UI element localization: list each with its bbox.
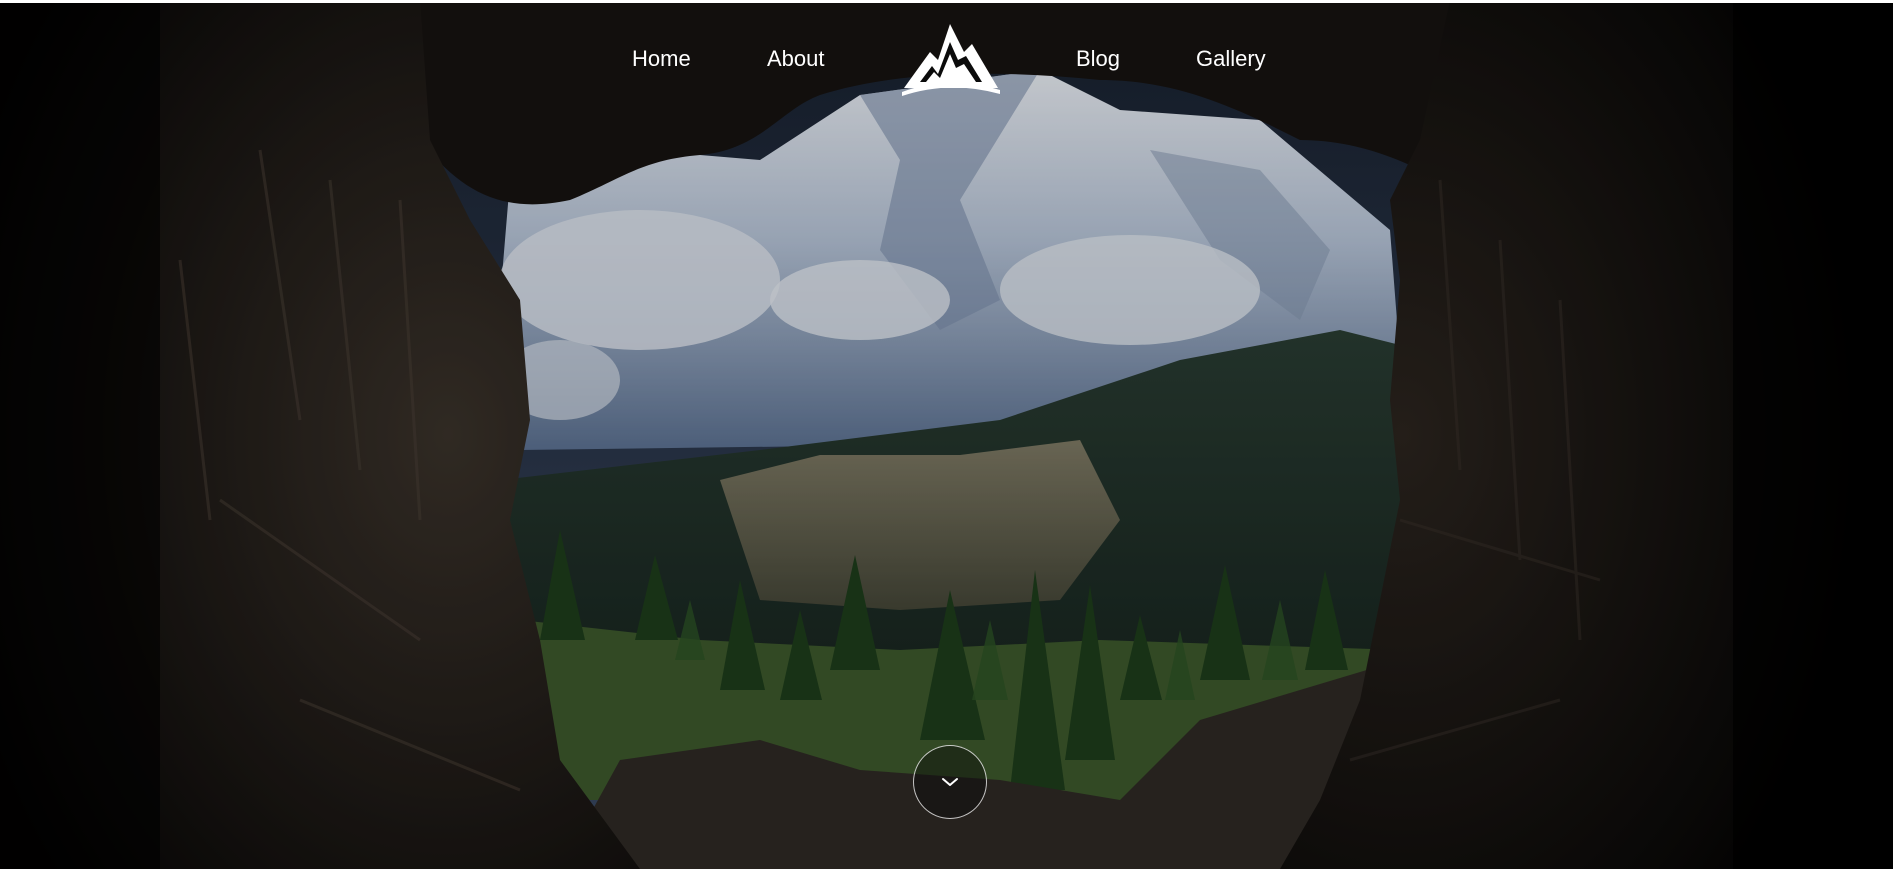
mountain-logo-icon[interactable] <box>900 20 1002 96</box>
cave-mountain-background <box>0 0 1893 869</box>
top-border <box>0 0 1893 3</box>
nav-item-about[interactable]: About <box>767 44 825 74</box>
nav-item-gallery[interactable]: Gallery <box>1196 44 1266 74</box>
nav-item-blog[interactable]: Blog <box>1076 44 1120 74</box>
nav-item-home[interactable]: Home <box>632 44 691 74</box>
chevron-down-icon <box>942 778 958 786</box>
hero-section: Home About Blog Gallery <box>0 0 1893 869</box>
scroll-down-button[interactable] <box>913 745 987 819</box>
